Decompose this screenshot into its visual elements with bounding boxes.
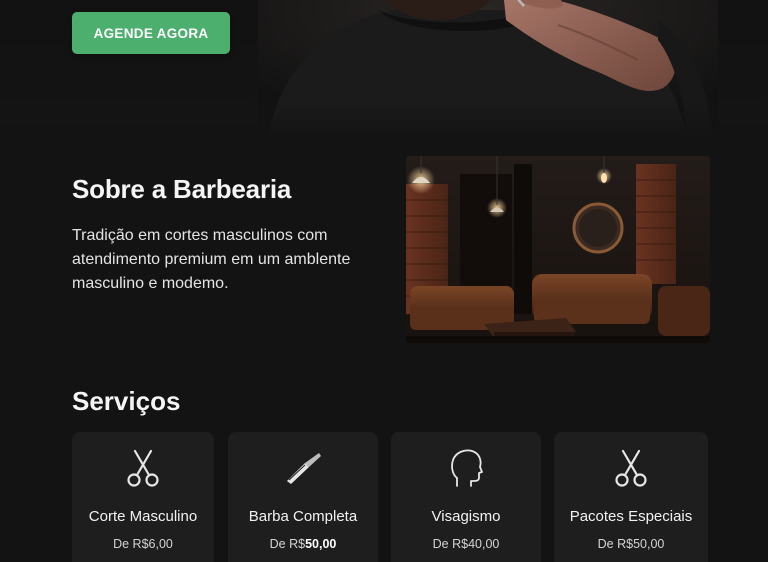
service-card-corte-masculino[interactable]: Corte Masculino De R$6,00 [72,432,214,562]
landing-page: AGENDE AGORA Sobre a Barbearia Tradição … [0,0,768,562]
scissors-icon [611,448,651,488]
service-price: De R$6,00 [113,537,173,551]
service-name: Pacotes Especiais [569,508,693,525]
scissors-icon [123,448,163,488]
razor-icon [283,448,323,488]
services-title: Serviços [72,386,181,416]
head-profile-icon [446,448,486,488]
service-price: De R$40,00 [432,537,500,551]
about-title: Sobre a Barbearia [72,174,292,204]
service-card-pacotes-especiais[interactable]: Pacotes Especiais De R$50,00 [554,432,708,562]
service-card-barba-completa[interactable]: Barba Completa De R$50,00 [228,432,378,562]
service-name: Visagismo [431,508,501,525]
service-name: Corte Masculino [88,508,198,525]
schedule-now-button[interactable]: AGENDE AGORA [72,12,230,54]
service-price: De R$50,00 [269,537,337,551]
service-card-visagismo[interactable]: Visagismo De R$40,00 [391,432,541,562]
service-price: De R$50,00 [597,537,665,551]
hero-fade [0,100,768,140]
service-name: Barba Completa [248,508,358,525]
hero-section: AGENDE AGORA [0,0,768,140]
barbershop-interior-photo [406,156,710,343]
about-description: Tradição em cortes masculinos com atendi… [72,227,351,292]
